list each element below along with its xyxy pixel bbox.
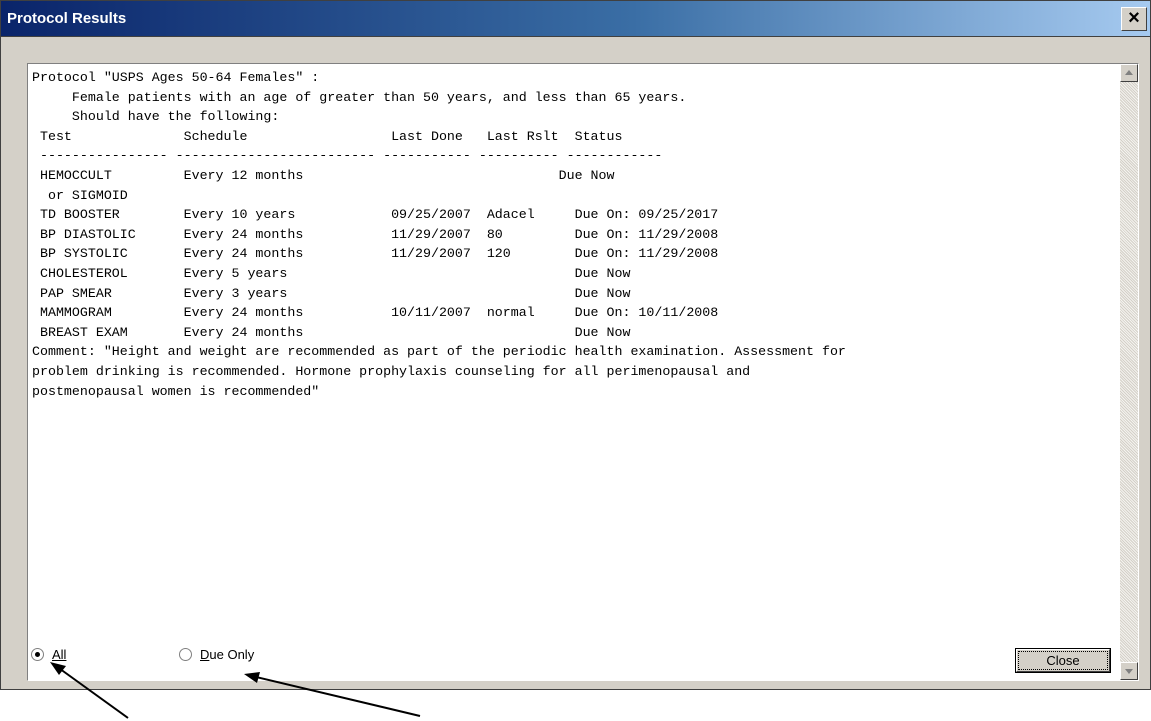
scroll-up-button[interactable] — [1120, 64, 1138, 82]
close-button[interactable]: Close — [1015, 648, 1111, 673]
window-title: Protocol Results — [7, 10, 127, 27]
filter-due-only-label: Due Only — [200, 647, 255, 662]
radio-selected-icon[interactable] — [31, 648, 44, 661]
filter-all-label: All — [52, 647, 67, 662]
filter-all-radio[interactable]: All — [31, 647, 66, 662]
filter-due-only-radio[interactable]: Due Only — [179, 647, 254, 662]
window-close-button[interactable]: × — [1121, 7, 1147, 31]
title-bar[interactable]: Protocol Results × — [1, 1, 1150, 37]
vertical-scrollbar[interactable] — [1120, 64, 1138, 680]
protocol-report-text: Protocol "USPS Ages 50-64 Females" : Fem… — [32, 70, 846, 399]
radio-unselected-icon[interactable] — [179, 648, 192, 661]
protocol-results-dialog: Protocol Results × Protocol "USPS Ages 5… — [0, 0, 1151, 690]
close-button-label: Close — [1046, 653, 1080, 668]
scroll-up-arrow-icon — [1125, 70, 1133, 75]
scroll-down-button[interactable] — [1120, 662, 1138, 680]
scroll-down-arrow-icon — [1125, 669, 1133, 674]
results-text-area[interactable]: Protocol "USPS Ages 50-64 Females" : Fem… — [27, 63, 1139, 681]
